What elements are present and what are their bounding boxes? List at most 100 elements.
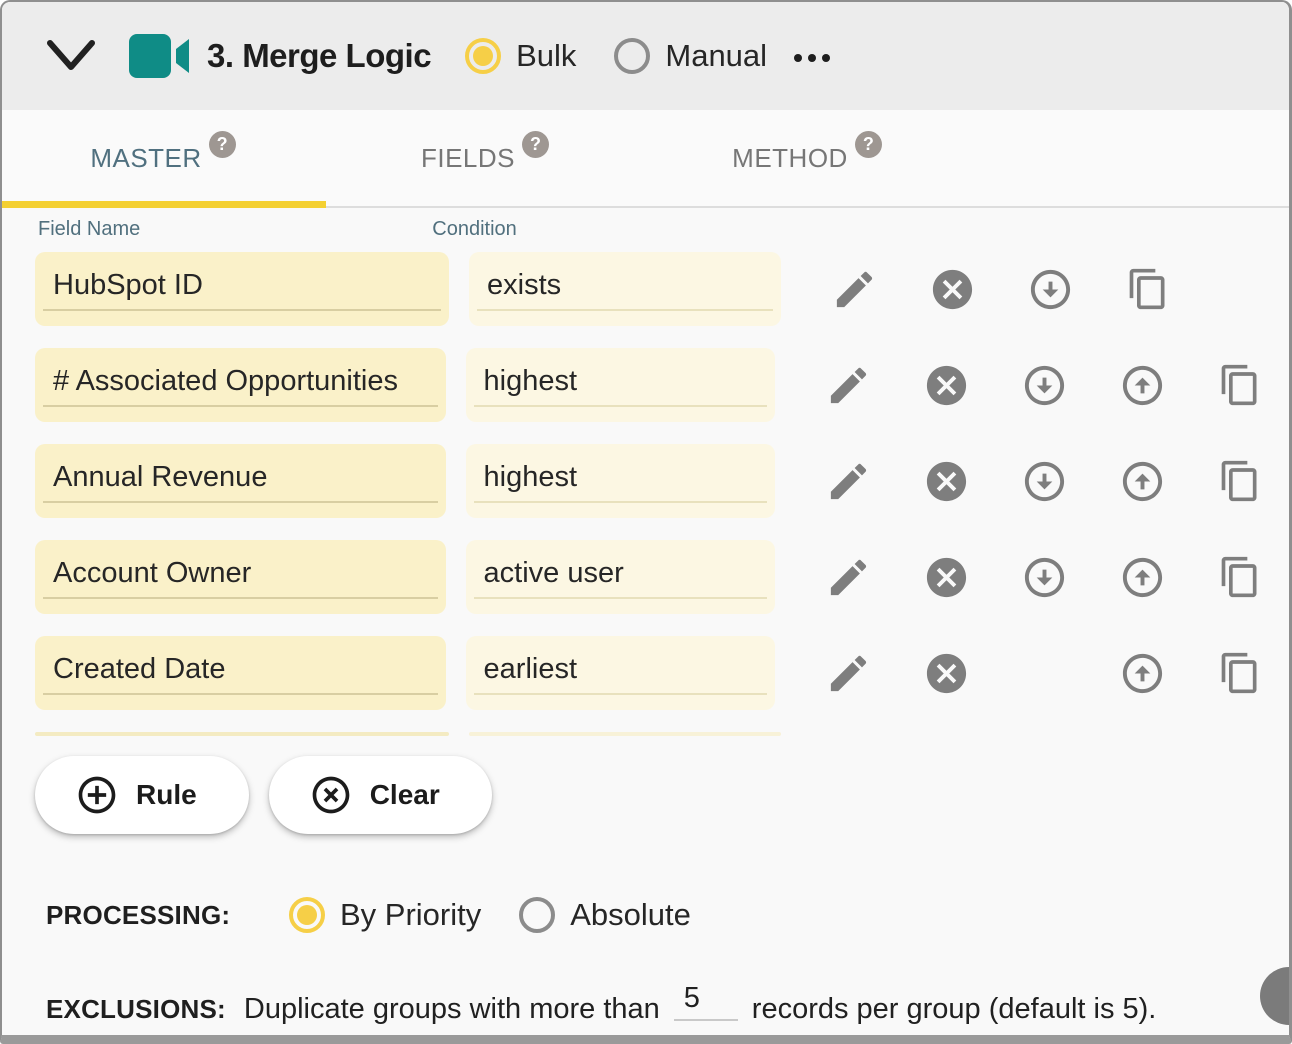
tab-fields[interactable]: FIELDS ? — [324, 110, 646, 206]
column-headers: Field Name Condition — [38, 218, 1289, 244]
field-name-input[interactable]: Annual Revenue — [35, 444, 446, 518]
cancel-circle-icon — [309, 773, 353, 817]
header: 3. Merge Logic Bulk Manual — [2, 2, 1289, 110]
collapse-button[interactable] — [47, 40, 95, 72]
master-tab-content: Field Name Condition HubSpot ID exists #… — [2, 208, 1289, 1038]
tab-master[interactable]: MASTER ? — [2, 110, 324, 206]
bulk-radio-option[interactable]: Bulk — [465, 38, 576, 74]
manual-radio-icon[interactable] — [614, 38, 650, 74]
rule-row: Account Owner active user — [35, 540, 1289, 614]
condition-value: earliest — [484, 653, 578, 686]
by-priority-radio-icon[interactable] — [289, 897, 325, 933]
delete-icon[interactable] — [897, 636, 995, 710]
field-name-value: Account Owner — [53, 557, 251, 590]
help-icon[interactable]: ? — [209, 131, 236, 158]
tab-method[interactable]: METHOD ? — [646, 110, 968, 206]
field-name-value: # Associated Opportunities — [53, 365, 398, 398]
exclusions-section: EXCLUSIONS: Duplicate groups with more t… — [46, 980, 1289, 1038]
delete-icon[interactable] — [897, 348, 995, 422]
delete-icon[interactable] — [903, 252, 1001, 326]
condition-input[interactable]: earliest — [466, 636, 775, 710]
field-name-input[interactable]: Account Owner — [35, 540, 446, 614]
field-name-input[interactable]: HubSpot ID — [35, 252, 449, 326]
exclusions-count-input[interactable]: 5 — [674, 982, 738, 1021]
bulk-radio-icon[interactable] — [465, 38, 501, 74]
copy-icon[interactable] — [1191, 444, 1289, 518]
move-up-icon[interactable] — [1093, 444, 1191, 518]
rule-row: Created Date earliest — [35, 636, 1289, 710]
condition-input[interactable]: highest — [466, 444, 775, 518]
exclusions-text-before: Duplicate groups with more than — [244, 993, 660, 1026]
edit-icon[interactable] — [799, 348, 897, 422]
move-down-icon[interactable] — [1001, 252, 1099, 326]
clear-rules-button[interactable]: Clear — [269, 756, 492, 834]
manual-radio-option[interactable]: Manual — [614, 38, 767, 74]
move-down-icon[interactable] — [995, 444, 1093, 518]
condition-input[interactable]: active user — [466, 540, 775, 614]
move-up-icon[interactable] — [1093, 348, 1191, 422]
panel-title: 3. Merge Logic — [207, 37, 431, 75]
edit-icon[interactable] — [799, 540, 897, 614]
clear-rules-label: Clear — [370, 779, 440, 811]
add-circle-icon — [75, 773, 119, 817]
edit-icon[interactable] — [799, 636, 897, 710]
field-name-value: HubSpot ID — [53, 269, 203, 302]
exclusions-text-after: records per group (default is 5). — [752, 993, 1157, 1026]
help-icon[interactable]: ? — [522, 131, 549, 158]
edit-icon[interactable] — [805, 252, 903, 326]
copy-icon[interactable] — [1191, 636, 1289, 710]
videocam-icon[interactable] — [129, 33, 191, 79]
field-name-value: Annual Revenue — [53, 461, 267, 494]
row-actions — [799, 636, 1289, 710]
condition-column-header: Condition — [432, 218, 517, 244]
absolute-radio-label: Absolute — [570, 897, 691, 933]
rule-row: HubSpot ID exists — [35, 252, 1289, 326]
field-name-input[interactable]: # Associated Opportunities — [35, 348, 446, 422]
rule-row: # Associated Opportunities highest — [35, 348, 1289, 422]
row-actions — [799, 348, 1289, 422]
condition-value: highest — [484, 461, 578, 494]
chevron-down-icon — [47, 40, 95, 72]
mode-radio-group: Bulk Manual — [465, 38, 767, 74]
partially-visible-next-row — [35, 732, 1289, 736]
condition-input[interactable]: exists — [469, 252, 781, 326]
rule-row: Annual Revenue highest — [35, 444, 1289, 518]
active-tab-indicator — [2, 201, 326, 208]
condition-value: highest — [484, 365, 578, 398]
move-up-icon[interactable] — [1093, 636, 1191, 710]
by-priority-radio-label: By Priority — [340, 897, 481, 933]
copy-icon[interactable] — [1099, 252, 1197, 326]
row-actions — [805, 252, 1197, 326]
copy-icon[interactable] — [1191, 348, 1289, 422]
add-rule-label: Rule — [136, 779, 197, 811]
more-horizontal-icon — [793, 53, 831, 63]
exclusions-label: EXCLUSIONS: — [46, 994, 226, 1025]
tab-method-label: METHOD — [732, 143, 848, 174]
tab-master-label: MASTER — [90, 143, 201, 174]
absolute-radio-option[interactable]: Absolute — [519, 897, 691, 933]
tab-bar: MASTER ? FIELDS ? METHOD ? — [2, 110, 1289, 208]
by-priority-radio-option[interactable]: By Priority — [289, 897, 481, 933]
field-name-input[interactable]: Created Date — [35, 636, 446, 710]
row-actions — [799, 540, 1289, 614]
condition-input[interactable]: highest — [466, 348, 775, 422]
row-actions — [799, 444, 1289, 518]
field-name-column-header: Field Name — [38, 218, 140, 244]
delete-icon[interactable] — [897, 444, 995, 518]
more-menu-button[interactable] — [793, 49, 831, 63]
add-rule-button[interactable]: Rule — [35, 756, 249, 834]
edit-icon[interactable] — [799, 444, 897, 518]
help-icon[interactable]: ? — [855, 131, 882, 158]
move-down-icon[interactable] — [995, 540, 1093, 614]
processing-section: PROCESSING: By Priority Absolute — [46, 884, 1289, 946]
processing-label: PROCESSING: — [46, 900, 289, 931]
move-up-icon[interactable] — [1093, 540, 1191, 614]
bulk-radio-label: Bulk — [516, 38, 576, 74]
copy-icon[interactable] — [1191, 540, 1289, 614]
delete-icon[interactable] — [897, 540, 995, 614]
absolute-radio-icon[interactable] — [519, 897, 555, 933]
move-down-icon[interactable] — [995, 348, 1093, 422]
tab-fields-label: FIELDS — [421, 143, 515, 174]
rule-actions: Rule Clear — [35, 756, 1289, 834]
condition-value: exists — [487, 269, 561, 302]
